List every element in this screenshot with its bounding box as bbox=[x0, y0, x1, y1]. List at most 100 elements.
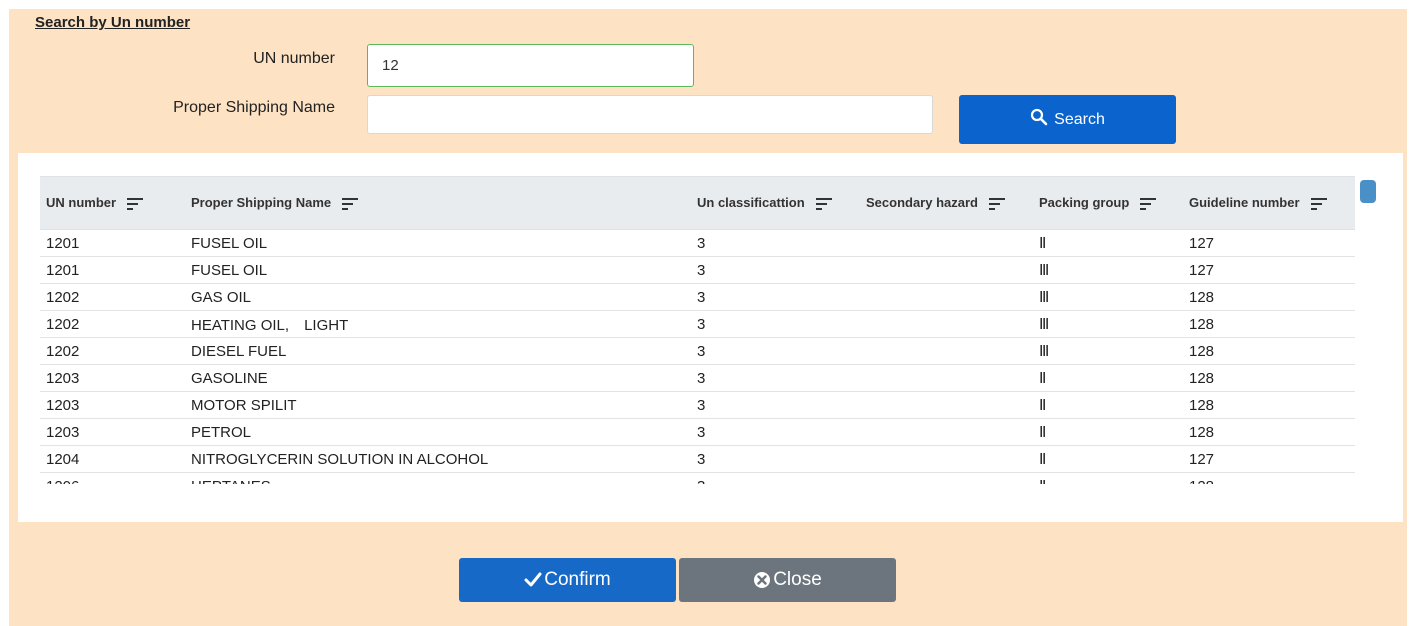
header-label: Proper Shipping Name bbox=[191, 195, 332, 211]
header-proper-shipping-name[interactable]: Proper Shipping Name bbox=[185, 176, 691, 230]
table-cell: 127 bbox=[1183, 445, 1355, 473]
table-cell bbox=[860, 229, 1033, 257]
un-number-input[interactable] bbox=[367, 44, 694, 87]
search-button-label: Search bbox=[1054, 110, 1105, 128]
table-cell bbox=[860, 364, 1033, 392]
table-cell: Ⅱ bbox=[1033, 472, 1183, 484]
table-cell: Ⅲ bbox=[1033, 337, 1183, 365]
sort-icon[interactable] bbox=[815, 197, 833, 211]
header-label: Secondary hazard bbox=[866, 195, 978, 211]
table-header-row: UN number Proper Shipping Name Un classifi… bbox=[40, 176, 1355, 230]
table-cell: FUSEL OIL bbox=[185, 229, 691, 257]
results-table-wrap[interactable]: UN number Proper Shipping Name Un classifi… bbox=[40, 176, 1355, 484]
table-row[interactable]: 1203 GASOLINE 3 Ⅱ 128 bbox=[40, 364, 1355, 392]
table-cell: 128 bbox=[1183, 418, 1355, 446]
table-cell: MOTOR SPILIT bbox=[185, 391, 691, 419]
table-cell: DIESEL FUEL bbox=[185, 337, 691, 365]
close-button-label: Close bbox=[773, 569, 822, 590]
header-un-number[interactable]: UN number bbox=[40, 176, 185, 230]
table-cell: 127 bbox=[1183, 256, 1355, 284]
table-cell: 3 bbox=[691, 364, 860, 392]
table-cell: HEPTANES bbox=[185, 472, 691, 484]
table-cell: 3 bbox=[691, 445, 860, 473]
close-button[interactable]: Close bbox=[679, 558, 896, 602]
header-guideline-number[interactable]: Guideline number bbox=[1183, 176, 1355, 230]
table-cell: 1202 bbox=[40, 310, 185, 338]
header-label: Guideline number bbox=[1189, 195, 1300, 211]
results-table: UN number Proper Shipping Name Un classifi… bbox=[40, 176, 1355, 484]
sort-icon[interactable] bbox=[1139, 197, 1157, 211]
table-cell: 3 bbox=[691, 256, 860, 284]
table-cell: 3 bbox=[691, 418, 860, 446]
table-cell: PETROL bbox=[185, 418, 691, 446]
table-cell: Ⅲ bbox=[1033, 310, 1183, 338]
table-cell: 3 bbox=[691, 391, 860, 419]
results-area: UN number Proper Shipping Name Un classifi… bbox=[18, 153, 1403, 522]
table-cell: 127 bbox=[1183, 229, 1355, 257]
scrollbar-thumb[interactable] bbox=[1360, 180, 1376, 203]
table-cell: Ⅱ bbox=[1033, 445, 1183, 473]
table-cell: 3 bbox=[691, 229, 860, 257]
close-circle-icon bbox=[754, 572, 771, 588]
table-cell: Ⅱ bbox=[1033, 229, 1183, 257]
table-row[interactable]: 1201 FUSEL OIL 3 Ⅲ 127 bbox=[40, 256, 1355, 284]
sort-icon[interactable] bbox=[341, 197, 359, 211]
table-cell bbox=[860, 418, 1033, 446]
table-row[interactable]: 1203 MOTOR SPILIT 3 Ⅱ 128 bbox=[40, 391, 1355, 419]
table-cell: 3 bbox=[691, 283, 860, 311]
search-icon bbox=[1031, 108, 1048, 125]
table-cell: 128 bbox=[1183, 310, 1355, 338]
table-cell: 128 bbox=[1183, 391, 1355, 419]
table-cell bbox=[860, 256, 1033, 284]
table-cell bbox=[860, 472, 1033, 484]
table-cell: 1203 bbox=[40, 391, 185, 419]
un-number-label: UN number bbox=[253, 50, 335, 67]
section-title: Search by Un number bbox=[35, 14, 191, 31]
header-label: UN number bbox=[46, 195, 117, 211]
table-cell bbox=[860, 391, 1033, 419]
sort-icon[interactable] bbox=[126, 197, 144, 211]
check-icon bbox=[524, 572, 542, 587]
table-cell bbox=[860, 283, 1033, 311]
header-label: Packing group bbox=[1039, 195, 1130, 211]
header-label: Un classificattion bbox=[697, 195, 805, 211]
table-cell: 3 bbox=[691, 337, 860, 365]
header-secondary-hazard[interactable]: Secondary hazard bbox=[860, 176, 1033, 230]
proper-shipping-name-input[interactable] bbox=[367, 95, 933, 134]
table-cell bbox=[860, 337, 1033, 365]
table-cell: 128 bbox=[1183, 283, 1355, 311]
header-packing-group[interactable]: Packing group bbox=[1033, 176, 1183, 230]
table-cell: 1204 bbox=[40, 445, 185, 473]
table-cell: HEATING OIL, LIGHT bbox=[185, 310, 691, 338]
table-cell: 1201 bbox=[40, 256, 185, 284]
table-cell: 3 bbox=[691, 310, 860, 338]
header-un-classification[interactable]: Un classificattion bbox=[691, 176, 860, 230]
table-cell: NITROGLYCERIN SOLUTION IN ALCOHOL bbox=[185, 445, 691, 473]
table-row[interactable]: 1203 PETROL 3 Ⅱ 128 bbox=[40, 418, 1355, 446]
sort-icon[interactable] bbox=[1310, 197, 1328, 211]
table-cell: 1201 bbox=[40, 229, 185, 257]
confirm-button[interactable]: Confirm bbox=[459, 558, 676, 602]
sort-icon[interactable] bbox=[988, 197, 1006, 211]
proper-shipping-name-label: Proper Shipping Name bbox=[173, 99, 335, 116]
confirm-button-label: Confirm bbox=[544, 569, 611, 590]
table-row[interactable]: 1202 DIESEL FUEL 3 Ⅲ 128 bbox=[40, 337, 1355, 365]
table-cell: GAS OIL bbox=[185, 283, 691, 311]
table-cell: Ⅲ bbox=[1033, 283, 1183, 311]
table-row[interactable]: 1206HEPTANES3 Ⅱ128 bbox=[40, 472, 1355, 484]
table-cell: 1202 bbox=[40, 283, 185, 311]
table-cell: 3 bbox=[691, 472, 860, 484]
table-row[interactable]: 1201 FUSEL OIL 3 Ⅱ 127 bbox=[40, 229, 1355, 257]
table-cell: 128 bbox=[1183, 472, 1355, 484]
table-cell: Ⅱ bbox=[1033, 418, 1183, 446]
table-cell: GASOLINE bbox=[185, 364, 691, 392]
table-cell: 1203 bbox=[40, 364, 185, 392]
search-panel: Search by Un number UN number Proper Shi… bbox=[9, 9, 1407, 626]
table-cell bbox=[860, 310, 1033, 338]
table-cell: 1203 bbox=[40, 418, 185, 446]
table-row[interactable]: 1204 NITROGLYCERIN SOLUTION IN ALCOHOL 3 Ⅱ 1… bbox=[40, 445, 1355, 473]
table-row[interactable]: 1202 HEATING OIL, LIGHT 3 Ⅲ 128 bbox=[40, 310, 1355, 338]
search-button[interactable]: Search bbox=[959, 95, 1176, 144]
table-cell: Ⅱ bbox=[1033, 391, 1183, 419]
table-row[interactable]: 1202 GAS OIL 3 Ⅲ 128 bbox=[40, 283, 1355, 311]
